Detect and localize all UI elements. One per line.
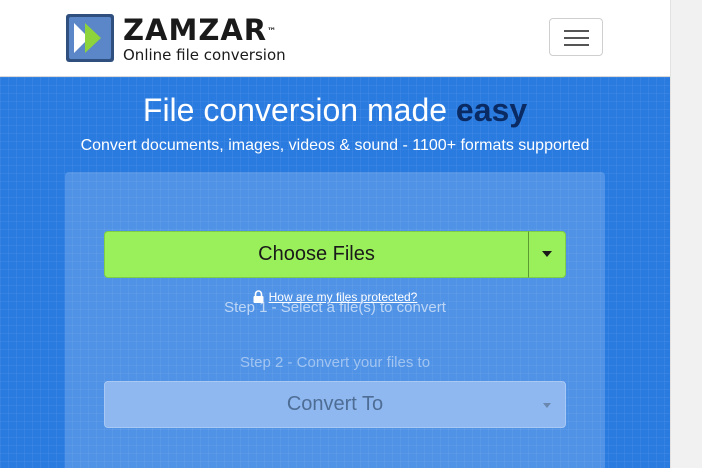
choose-files-label: Choose Files: [258, 243, 375, 265]
brand-name: ZAMZAR™: [123, 13, 277, 47]
hero-subtitle: Convert documents, images, videos & soun…: [80, 137, 590, 154]
convert-to-label: Convert To: [286, 393, 384, 415]
page: ZAMZAR™ Online file conversion File conv…: [0, 0, 670, 468]
trademark-symbol: ™: [267, 27, 277, 37]
step-2-label: Step 2 - Convert your files to: [239, 354, 431, 371]
scrollbar[interactable]: [670, 0, 702, 468]
menu-toggle-button[interactable]: [549, 18, 603, 56]
caret-down-icon: [543, 403, 551, 408]
convert-to-select[interactable]: Convert To: [104, 381, 566, 428]
choose-files-button[interactable]: Choose Files: [104, 231, 528, 278]
hero-title-accent: easy: [455, 92, 528, 128]
file-protection-info: How are my files protected?: [0, 289, 670, 305]
navbar: ZAMZAR™ Online file conversion: [0, 0, 670, 77]
hero-title: File conversion made easy: [142, 92, 528, 128]
lock-icon: [253, 290, 264, 303]
brand-tagline: Online file conversion: [123, 46, 286, 64]
choose-files-dropdown-toggle[interactable]: [528, 231, 566, 278]
caret-down-icon: [542, 251, 552, 257]
zamzar-logo-icon: [66, 14, 114, 62]
files-protected-link[interactable]: How are my files protected?: [269, 290, 418, 304]
zamzar-logo-link[interactable]: ZAMZAR™ Online file conversion: [65, 13, 295, 65]
